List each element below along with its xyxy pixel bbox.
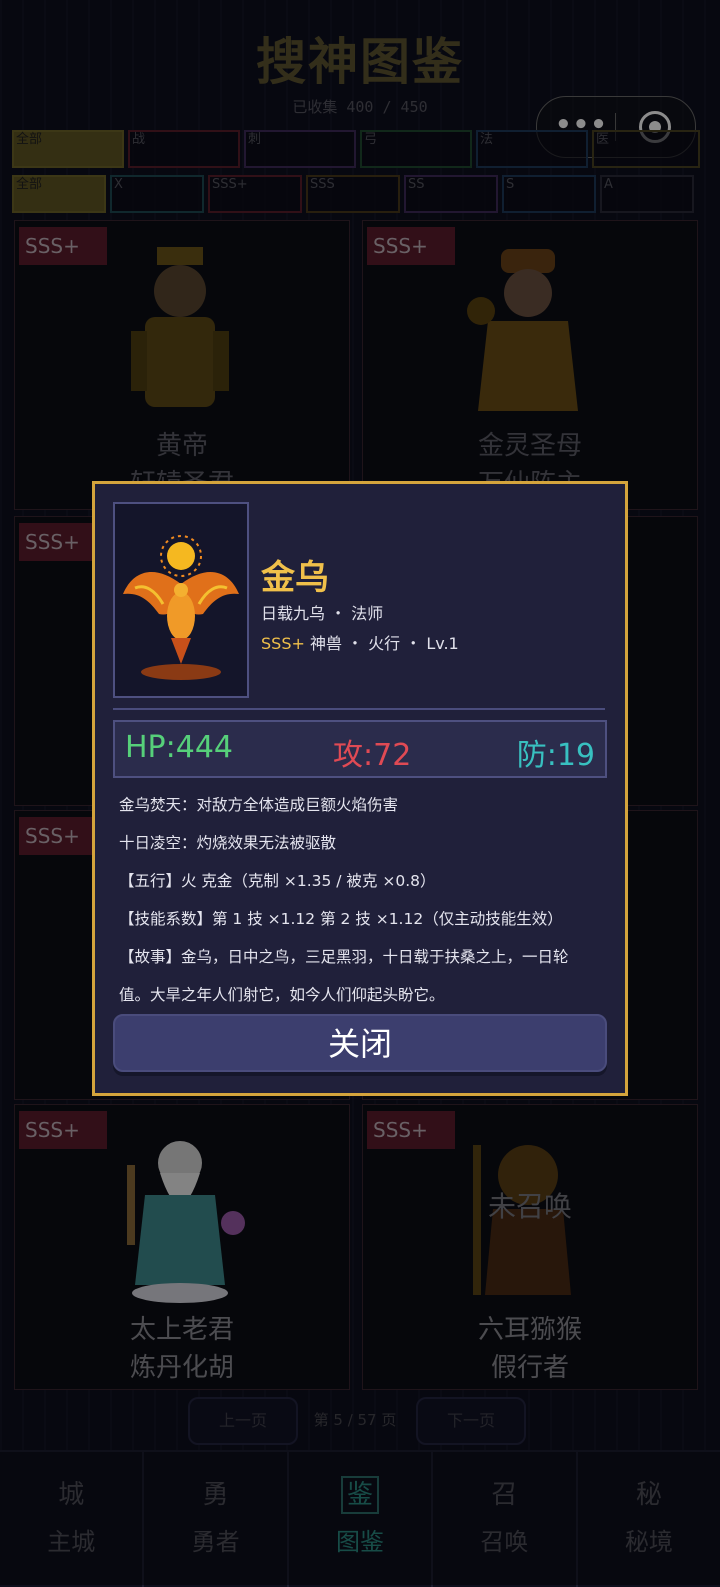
hero-tags: SSS+ 神兽 ・ 火行 ・ Lv.1	[261, 630, 459, 654]
skill-line: 十日凌空：灼烧效果无法被驱散	[119, 834, 337, 852]
coefficient-line: 【技能系数】第 1 技 ×1.12 第 2 技 ×1.12（仅主动技能生效）	[119, 910, 563, 928]
hero-portrait	[113, 502, 249, 698]
hero-rank: SSS+	[261, 634, 305, 653]
hp-stat: HP:444	[125, 730, 234, 765]
attack-stat: 攻:72	[333, 738, 412, 773]
element-line: 【五行】火 克金（克制 ×1.35 / 被克 ×0.8）	[119, 872, 436, 890]
story-line: 值。大旱之年人们射它，如今人们仰起头盼它。	[119, 986, 445, 1004]
hero-detail-modal: 金乌 日载九乌 ・ 法师 SSS+ 神兽 ・ 火行 ・ Lv.1 HP:444 …	[92, 481, 628, 1096]
story-line: 【故事】金乌，日中之鸟，三足黑羽，十日载于扶桑之上，一日轮	[119, 948, 569, 966]
hero-subtitle: 日载九乌 ・ 法师	[261, 604, 384, 623]
divider	[113, 708, 605, 710]
hero-description: 金乌焚天：对敌方全体造成巨额火焰伤害 十日凌空：灼烧效果无法被驱散 【五行】火 …	[119, 786, 609, 1014]
defense-stat: 防:19	[516, 738, 595, 773]
golden-crow-portrait	[123, 535, 239, 680]
stats-bar: HP:444 攻:72 防:19	[113, 720, 607, 778]
skill-line: 金乌焚天：对敌方全体造成巨额火焰伤害	[119, 796, 399, 814]
hero-name: 金乌	[261, 558, 329, 598]
close-button[interactable]: 关闭	[113, 1014, 607, 1072]
hero-attributes: 神兽 ・ 火行 ・ Lv.1	[309, 634, 459, 653]
